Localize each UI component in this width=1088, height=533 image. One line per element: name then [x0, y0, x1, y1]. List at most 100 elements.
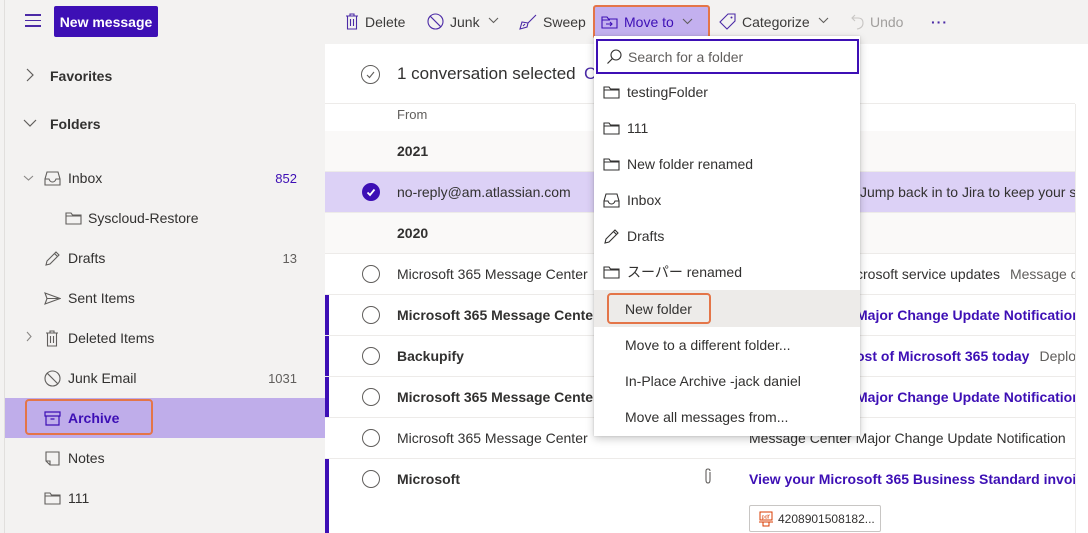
row-checkbox[interactable] [362, 347, 380, 365]
junk-label: Junk [450, 13, 480, 30]
row-checkbox[interactable] [362, 429, 380, 447]
row-checkbox[interactable] [362, 470, 380, 488]
sidebar-item-111[interactable]: 111 [5, 478, 326, 518]
menu-in-place-archive[interactable]: In-Place Archive -jack daniel [594, 363, 860, 399]
hamburger-menu-icon[interactable] [25, 14, 41, 28]
menu-folder-inbox[interactable]: Inbox [594, 182, 860, 218]
trash-icon [43, 329, 61, 347]
sidebar-item-drafts[interactable]: Drafts 13 [5, 238, 326, 278]
svg-text:pdf: pdf [762, 514, 770, 520]
unread-indicator [325, 459, 329, 533]
group-label: 2021 [397, 143, 429, 159]
row-checkbox[interactable] [362, 265, 380, 283]
chevron-right-icon [25, 68, 35, 85]
menu-folder-111[interactable]: 111 [594, 110, 860, 146]
sidebar-item-archive[interactable]: Archive [5, 398, 326, 438]
column-header-from[interactable]: From [397, 107, 427, 122]
folder-icon [603, 155, 621, 173]
junk-button[interactable]: Junk [421, 6, 505, 37]
attachment-name: 4208901508182... [778, 511, 875, 526]
menu-item-label: testingFolder [627, 84, 708, 100]
sweep-button[interactable]: Sweep [513, 6, 592, 37]
menu-item-label: 111 [627, 120, 649, 136]
menu-move-to-different-folder[interactable]: Move to a different folder... [594, 327, 860, 363]
sidebar-item-deleted-items[interactable]: Deleted Items [5, 318, 326, 358]
pencil-icon [43, 249, 61, 267]
sidebar-item-notes[interactable]: Notes [5, 438, 326, 478]
note-icon [43, 449, 61, 467]
menu-folder-new-folder-renamed[interactable]: New folder renamed [594, 146, 860, 182]
attachment-chip[interactable]: pdf 4208901508182... [749, 505, 881, 532]
sidebar-item-label: Junk Email [68, 370, 137, 386]
delete-label: Delete [365, 13, 406, 30]
sweep-label: Sweep [543, 13, 586, 30]
folder-search-box[interactable] [596, 39, 859, 74]
menu-item-label: Inbox [627, 192, 662, 208]
new-message-button[interactable]: New message [54, 6, 158, 37]
row-checkbox[interactable] [362, 183, 380, 201]
chevron-down-icon [23, 171, 34, 185]
message-sender: Backupify [397, 348, 464, 364]
message-subject: Major Change Update Notification [856, 307, 1075, 323]
move-to-label: Move to [624, 14, 674, 30]
subject-text: Major Change Update Notification [856, 307, 1075, 323]
menu-item-label: スーパー renamed [627, 264, 743, 280]
preview-text: Deployi [1039, 348, 1075, 364]
folders-section[interactable]: Folders [5, 104, 326, 144]
message-subject: Jump back in to Jira to keep your sub [860, 184, 1075, 200]
menu-new-folder[interactable]: New folder [594, 290, 860, 327]
sidebar-item-syscloud-restore[interactable]: Syscloud-Restore [5, 198, 326, 238]
menu-folder-testingfolder[interactable]: testingFolder [594, 74, 860, 110]
move-to-menu: testingFolder 111 New folder renamed Inb… [594, 36, 860, 436]
message-sender: Microsoft 365 Message Center [397, 266, 588, 282]
message-row[interactable]: Microsoft View your Microsoft 365 Busine… [325, 459, 1075, 533]
unread-count: 852 [275, 170, 297, 186]
select-all-checkbox[interactable] [361, 65, 380, 84]
search-icon [607, 48, 622, 64]
sidebar-item-label: Notes [68, 450, 105, 466]
delete-button[interactable]: Delete [339, 6, 411, 37]
move-folder-icon [601, 15, 618, 29]
subject-text: crosoft service updates [856, 266, 1000, 282]
message-sender: no-reply@am.atlassian.com [397, 184, 571, 200]
sidebar-item-label: Sent Items [68, 290, 135, 306]
message-sender: Microsoft 365 Message Center [397, 389, 599, 405]
favorites-section[interactable]: Favorites [5, 56, 326, 96]
menu-item-label: Move all messages from... [625, 409, 789, 425]
chevron-down-icon [23, 117, 37, 131]
outlook-app: New message Favorites Folders Inbox 852 [0, 0, 1088, 533]
more-options-button[interactable]: ··· [925, 6, 954, 37]
sidebar-item-junk-email[interactable]: Junk Email 1031 [5, 358, 326, 398]
item-count: 13 [282, 250, 297, 266]
message-sender: Microsoft 365 Message Center [397, 430, 588, 446]
sidebar-item-label: Deleted Items [68, 330, 155, 346]
selection-status: 1 conversation selected [397, 64, 576, 83]
move-to-button[interactable]: Move to [593, 5, 710, 39]
unread-indicator [325, 336, 329, 376]
chevron-down-icon [818, 16, 829, 27]
pdf-icon: pdf [759, 511, 773, 526]
scrollbar[interactable] [1075, 104, 1088, 533]
row-checkbox[interactable] [362, 388, 380, 406]
sidebar-item-sent-items[interactable]: Sent Items [5, 278, 326, 318]
categorize-button[interactable]: Categorize [713, 6, 835, 37]
inbox-icon [43, 169, 61, 187]
menu-move-all-messages[interactable]: Move all messages from... [594, 399, 860, 435]
folder-search-input[interactable] [628, 48, 848, 65]
unread-indicator [325, 377, 329, 417]
chevron-down-icon [682, 17, 693, 28]
folder-icon [603, 83, 621, 101]
attachment-icon [703, 468, 713, 488]
row-checkbox[interactable] [362, 306, 380, 324]
sidebar-item-inbox[interactable]: Inbox 852 [5, 158, 326, 198]
menu-folder-drafts[interactable]: Drafts [594, 218, 860, 254]
menu-folder-super-renamed[interactable]: スーパー renamed [594, 254, 860, 290]
sidebar-item-label: Archive [68, 410, 120, 426]
more-icon: ··· [931, 13, 948, 30]
folder-icon [603, 119, 621, 137]
unread-indicator [325, 295, 329, 335]
folder-pane: New message Favorites Folders Inbox 852 [4, 0, 326, 533]
block-icon [43, 369, 61, 387]
undo-button[interactable]: Undo [844, 6, 909, 37]
chevron-down-icon [488, 16, 499, 27]
